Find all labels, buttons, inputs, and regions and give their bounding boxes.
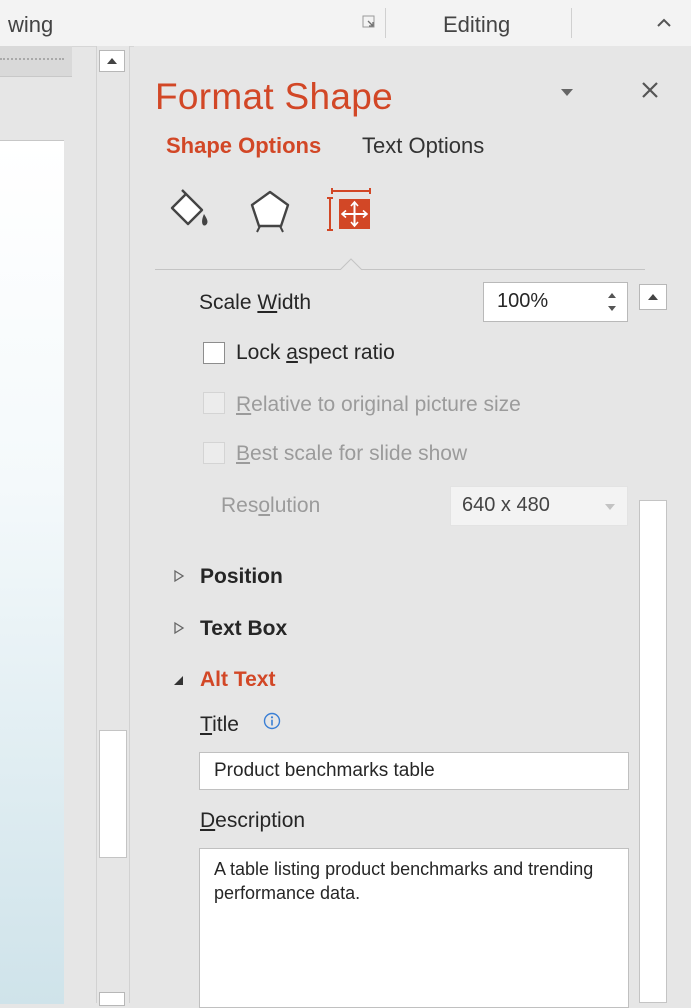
- lock-aspect-ratio-checkbox[interactable]: [203, 342, 225, 364]
- slide-vertical-scrollbar[interactable]: [96, 46, 130, 1006]
- ribbon-separator: [385, 8, 386, 38]
- lock-aspect-ratio-label[interactable]: Lock aspect ratio: [236, 341, 395, 365]
- scroll-thumb[interactable]: [639, 500, 667, 1003]
- alt-title-label: Title: [200, 713, 239, 736]
- alt-description-label: Description: [200, 809, 306, 832]
- expand-arrow-icon[interactable]: [172, 621, 186, 635]
- relative-size-label: Relative to original picture size: [236, 393, 521, 416]
- section-position[interactable]: Position: [200, 565, 283, 589]
- scroll-thumb[interactable]: [99, 730, 127, 858]
- scroll-down-button[interactable]: [99, 992, 125, 1006]
- relative-size-checkbox[interactable]: [203, 392, 225, 414]
- ruler-ticks: [0, 58, 64, 62]
- scroll-up-button[interactable]: [639, 284, 667, 310]
- ribbon-group-label-drawing: wing: [8, 12, 54, 37]
- pane-options-dropdown-icon[interactable]: [557, 86, 577, 98]
- size-properties-icon[interactable]: [326, 186, 374, 236]
- selected-category-notch: [340, 258, 362, 271]
- scale-width-label: Scale Width: [199, 291, 312, 314]
- expand-arrow-icon[interactable]: [172, 569, 186, 583]
- best-scale-label: Best scale for slide show: [236, 442, 468, 465]
- best-scale-checkbox[interactable]: [203, 442, 225, 464]
- section-alt-text[interactable]: Alt Text: [200, 668, 275, 692]
- pane-vertical-scrollbar[interactable]: [637, 282, 669, 1003]
- section-divider: [155, 269, 645, 270]
- effects-pentagon-icon[interactable]: [246, 186, 294, 236]
- fill-line-icon[interactable]: [164, 186, 212, 236]
- ribbon-group-editing[interactable]: Editing: [443, 12, 510, 38]
- scroll-up-button[interactable]: [99, 50, 125, 72]
- section-text-box[interactable]: Text Box: [200, 617, 287, 641]
- ribbon-strip: [0, 0, 691, 47]
- dialog-launcher-icon[interactable]: [361, 14, 377, 30]
- tab-text-options[interactable]: Text Options: [362, 133, 484, 159]
- resolution-label: Resolution: [221, 494, 321, 517]
- scroll-up-arrow-icon: [107, 58, 117, 64]
- pane-title: Format Shape: [155, 76, 394, 117]
- scale-width-value[interactable]: 100%: [497, 290, 548, 313]
- resolution-value[interactable]: 640 x 480: [462, 494, 550, 517]
- close-icon[interactable]: [638, 78, 662, 102]
- chevron-down-icon[interactable]: [604, 503, 616, 511]
- info-icon[interactable]: [262, 711, 282, 731]
- slide-canvas[interactable]: [0, 140, 64, 1004]
- collapse-arrow-icon[interactable]: [171, 673, 185, 687]
- collapse-ribbon-icon[interactable]: [653, 14, 675, 32]
- alt-description-input[interactable]: A table listing product benchmarks and t…: [199, 848, 629, 1008]
- ribbon-separator: [571, 8, 572, 38]
- spinner-up-down-icon[interactable]: [604, 288, 620, 316]
- alt-title-input[interactable]: [199, 752, 629, 790]
- scroll-up-arrow-icon: [648, 294, 658, 300]
- tab-shape-options[interactable]: Shape Options: [166, 133, 321, 159]
